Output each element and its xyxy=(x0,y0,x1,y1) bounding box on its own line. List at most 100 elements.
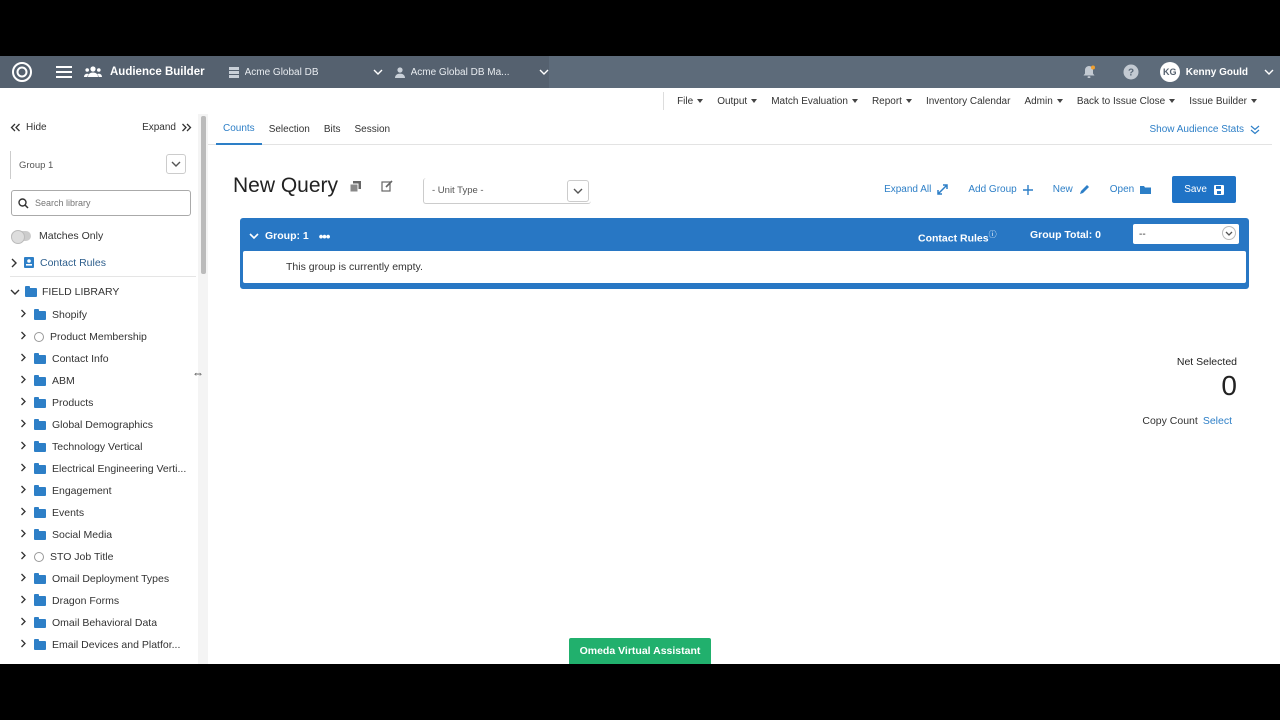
field-library-tree: Shopify Product Membership Contact Info ABM… xyxy=(18,304,196,656)
circle-icon xyxy=(34,552,44,562)
sidebar-item-shopify[interactable]: Shopify xyxy=(18,304,196,326)
sidebar-item-label: Dragon Forms xyxy=(52,595,120,607)
sidebar-item-label: Shopify xyxy=(52,309,88,321)
query-actions: Expand All Add Group New Open Save xyxy=(884,176,1236,203)
sidebar-item-social-media[interactable]: Social Media xyxy=(18,524,196,546)
group-operator-select[interactable]: -- xyxy=(1133,224,1239,244)
search-input[interactable] xyxy=(35,198,175,208)
navbar-right: ? KG Kenny Gould xyxy=(1067,56,1280,88)
sidebar-item-contact-info[interactable]: Contact Info xyxy=(18,348,196,370)
sidebar-item-omail-behavioral-data[interactable]: Omail Behavioral Data xyxy=(18,612,196,634)
help-icon[interactable]: ? xyxy=(1110,56,1152,88)
folder-open-icon xyxy=(1140,185,1152,194)
ellipsis-menu-icon[interactable]: ••• xyxy=(319,229,331,244)
menu-inventory-calendar[interactable]: Inventory Calendar xyxy=(919,96,1018,107)
add-group-button[interactable]: Add Group xyxy=(968,184,1033,195)
tab-counts[interactable]: Counts xyxy=(216,114,262,145)
sidebar-header: Hide Expand xyxy=(10,122,192,133)
caret-down-icon xyxy=(905,99,912,103)
chevron-right-icon xyxy=(11,258,17,267)
chevron-down-icon xyxy=(1222,226,1236,243)
folder-icon xyxy=(34,396,46,408)
copy-count-select-link[interactable]: Select xyxy=(1203,415,1232,427)
scrollbar-thumb[interactable] xyxy=(201,116,206,274)
sidebar-item-abm[interactable]: ABM xyxy=(18,370,196,392)
folder-icon xyxy=(34,484,46,496)
double-chevron-right-icon xyxy=(182,123,192,132)
menu-output[interactable]: Output xyxy=(710,96,764,107)
sidebar-item-omail-deployment-types[interactable]: Omail Deployment Types xyxy=(18,568,196,590)
chevron-down-icon xyxy=(249,232,259,239)
new-query-button[interactable]: New xyxy=(1053,184,1090,195)
sidebar-scrollbar[interactable] xyxy=(198,114,208,664)
hide-sidebar-button[interactable]: Hide xyxy=(10,122,47,133)
expand-all-button[interactable]: Expand All xyxy=(884,184,949,195)
group-title: Group: 1 xyxy=(265,230,309,242)
folder-icon xyxy=(34,638,46,650)
group-contact-rules[interactable]: Contact Rulesⓘ xyxy=(918,229,997,245)
sidebar-item-sto-job-title[interactable]: STO Job Title xyxy=(18,546,196,568)
virtual-assistant-button[interactable]: Omeda Virtual Assistant xyxy=(569,638,711,664)
chevron-right-icon xyxy=(18,639,28,651)
chevron-down-icon xyxy=(567,180,589,202)
sidebar-item-product-membership[interactable]: Product Membership xyxy=(18,326,196,348)
field-library-node[interactable]: FIELD LIBRARY xyxy=(10,285,119,298)
bell-icon[interactable] xyxy=(1068,56,1110,88)
net-selected-label: Net Selected xyxy=(1176,356,1237,368)
copy-icon[interactable] xyxy=(350,180,362,192)
menu-back-to-issue-close[interactable]: Back to Issue Close xyxy=(1070,96,1182,107)
chevron-down-icon xyxy=(10,289,20,295)
contact-rules-node[interactable]: Contact Rules xyxy=(10,255,196,277)
hamburger-menu-icon[interactable] xyxy=(44,56,84,88)
group-toggle[interactable]: Group: 1 ••• xyxy=(249,229,331,244)
chevron-right-icon xyxy=(18,419,28,431)
database-selector[interactable]: Acme Global DB xyxy=(217,56,383,88)
group-select[interactable]: Group 1 xyxy=(10,151,190,179)
folder-open-icon xyxy=(25,285,37,297)
sidebar-item-label: Global Demographics xyxy=(52,419,153,431)
open-query-button[interactable]: Open xyxy=(1110,184,1152,195)
save-button[interactable]: Save xyxy=(1172,176,1236,203)
manager-selector[interactable]: Acme Global DB Ma... xyxy=(383,56,549,88)
matches-only-row: Matches Only xyxy=(11,230,103,244)
matches-only-toggle[interactable] xyxy=(11,230,31,244)
person-icon xyxy=(394,66,405,78)
user-menu[interactable]: KG Kenny Gould xyxy=(1152,62,1274,82)
search-icon xyxy=(18,197,29,209)
tab-session[interactable]: Session xyxy=(348,114,398,145)
tab-selection[interactable]: Selection xyxy=(262,114,317,145)
app-switcher[interactable]: Audience Builder xyxy=(84,66,217,78)
unit-type-select[interactable]: - Unit Type - xyxy=(423,178,591,204)
query-main: Counts Selection Bits Session Show Audie… xyxy=(208,114,1280,664)
edit-icon[interactable] xyxy=(381,180,393,192)
menu-issue-builder[interactable]: Issue Builder xyxy=(1182,96,1264,107)
sidebar-item-label: Engagement xyxy=(52,485,112,497)
menu-admin[interactable]: Admin xyxy=(1017,96,1069,107)
menu-match-evaluation[interactable]: Match Evaluation xyxy=(764,96,865,107)
chevron-right-icon xyxy=(18,397,28,409)
sidebar-item-dragon-forms[interactable]: Dragon Forms xyxy=(18,590,196,612)
folder-icon xyxy=(34,418,46,430)
resize-handle-icon[interactable]: ⇔ xyxy=(192,366,204,380)
menu-bar: File Output Match Evaluation Report Inve… xyxy=(0,88,1280,114)
chevron-right-icon xyxy=(18,309,28,321)
menu-file[interactable]: File xyxy=(670,96,710,107)
database-name: Acme Global DB xyxy=(244,66,319,78)
caret-down-icon xyxy=(697,99,704,103)
sidebar-item-label: Email Devices and Platfor... xyxy=(52,639,181,651)
sidebar-item-electrical-engineering-verti[interactable]: Electrical Engineering Verti... xyxy=(18,458,196,480)
query-group: Group: 1 ••• Contact Rulesⓘ Group Total:… xyxy=(240,218,1249,289)
sidebar-item-products[interactable]: Products xyxy=(18,392,196,414)
show-audience-stats-link[interactable]: Show Audience Stats xyxy=(1149,124,1260,135)
sidebar-item-email-devices-and-platfor[interactable]: Email Devices and Platfor... xyxy=(18,634,196,656)
omeda-logo-icon[interactable] xyxy=(0,56,44,88)
sidebar-item-technology-vertical[interactable]: Technology Vertical xyxy=(18,436,196,458)
sidebar-item-engagement[interactable]: Engagement xyxy=(18,480,196,502)
sidebar-item-events[interactable]: Events xyxy=(18,502,196,524)
expand-sidebar-button[interactable]: Expand xyxy=(142,122,192,133)
sidebar-item-global-demographics[interactable]: Global Demographics xyxy=(18,414,196,436)
menu-report[interactable]: Report xyxy=(865,96,919,107)
sidebar-item-label: Product Membership xyxy=(50,331,147,343)
net-selected: Net Selected 0 xyxy=(1177,356,1237,402)
tab-bits[interactable]: Bits xyxy=(317,114,348,145)
